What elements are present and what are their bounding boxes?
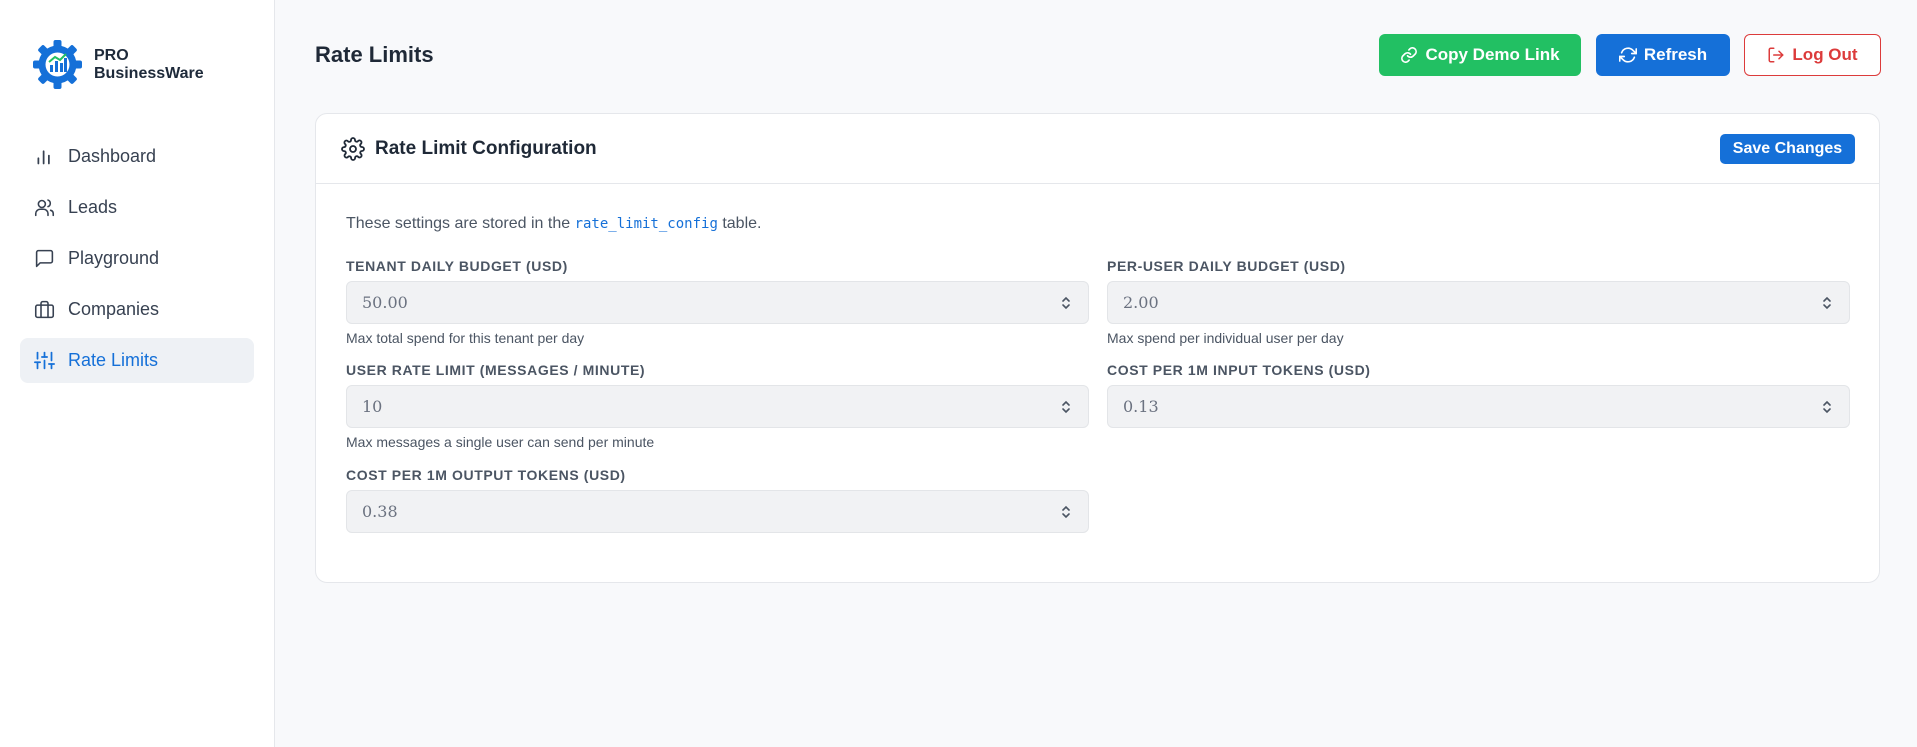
table-name-code: rate_limit_config — [574, 216, 718, 232]
card-header: Rate Limit Configuration Save Changes — [316, 114, 1879, 184]
rate-limit-config-card: Rate Limit Configuration Save Changes Th… — [315, 113, 1880, 583]
field-help: Max total spend for this tenant per day — [346, 330, 585, 346]
link-icon — [1401, 47, 1418, 63]
refresh-icon — [1618, 47, 1637, 63]
input-token-cost-field: Cost per 1M Input Tokens (USD) 0.13 — [1107, 362, 1850, 428]
intro-text: These settings are stored in the rate_li… — [346, 215, 761, 233]
bar-chart-icon — [37, 150, 50, 165]
field-label: User Rate Limit (Messages / Minute) — [346, 362, 646, 378]
sidebar-item-leads[interactable]: Leads — [20, 185, 254, 230]
intro-prefix: These settings are stored in the — [346, 215, 571, 232]
page-title: Rate Limits — [315, 42, 434, 67]
intro-suffix: table. — [722, 215, 762, 232]
sidebar: PRO BusinessWare Dashboard Leads Playgro… — [0, 0, 275, 747]
field-help: Max spend per individual user per day — [1107, 330, 1344, 346]
number-spinner-icon[interactable] — [1821, 398, 1833, 416]
per-user-daily-budget-field: Per-User Daily Budget (USD) 2.00 Max spe… — [1107, 258, 1850, 346]
brand-line-1: PRO — [94, 46, 129, 64]
input-token-cost-input[interactable]: 0.13 — [1107, 385, 1850, 428]
briefcase-icon — [34, 300, 55, 319]
users-icon — [34, 199, 55, 217]
number-spinner-icon[interactable] — [1821, 294, 1833, 312]
copy-demo-link-button[interactable]: Copy Demo Link — [1379, 34, 1581, 76]
input-value: 10 — [362, 397, 383, 416]
sidebar-item-rate-limits[interactable]: Rate Limits — [20, 338, 254, 383]
settings-gear-icon — [341, 136, 365, 161]
brand-name: PRO BusinessWare — [94, 47, 204, 83]
field-label: Cost per 1M Output Tokens (USD) — [346, 467, 626, 483]
sidebar-item-label: Rate Limits — [68, 350, 159, 370]
tenant-daily-budget-field: Tenant Daily Budget (USD) 50.00 Max tota… — [346, 258, 1089, 346]
user-rate-limit-field: User Rate Limit (Messages / Minute) 10 M… — [346, 362, 1089, 450]
refresh-label: Refresh — [1643, 45, 1708, 64]
sidebar-item-dashboard[interactable]: Dashboard — [20, 134, 254, 179]
field-label: Cost per 1M Input Tokens (USD) — [1107, 362, 1371, 378]
input-value: 50.00 — [362, 293, 408, 312]
output-token-cost-field: Cost per 1M Output Tokens (USD) 0.38 — [346, 467, 1089, 533]
output-token-cost-input[interactable]: 0.38 — [346, 490, 1089, 533]
brand-line-2: BusinessWare — [94, 64, 204, 82]
save-changes-button[interactable]: Save Changes — [1720, 134, 1855, 164]
sidebar-nav: Dashboard Leads Playground Companies Rat… — [20, 134, 254, 389]
number-spinner-icon[interactable] — [1060, 294, 1072, 312]
message-square-icon — [35, 249, 54, 268]
number-spinner-icon[interactable] — [1060, 503, 1072, 521]
input-value: 0.38 — [362, 502, 398, 521]
sidebar-item-label: Playground — [68, 248, 160, 268]
sidebar-item-label: Dashboard — [68, 146, 157, 166]
input-value: 0.13 — [1123, 397, 1159, 416]
tenant-daily-budget-input[interactable]: 50.00 — [346, 281, 1089, 324]
field-help: Max messages a single user can send per … — [346, 434, 655, 450]
field-label: Tenant Daily Budget (USD) — [346, 258, 568, 274]
sliders-icon — [34, 351, 55, 370]
user-rate-limit-input[interactable]: 10 — [346, 385, 1089, 428]
number-spinner-icon[interactable] — [1060, 398, 1072, 416]
log-out-label: Log Out — [1792, 45, 1858, 64]
copy-demo-link-label: Copy Demo Link — [1425, 45, 1560, 64]
log-out-icon — [1768, 47, 1784, 63]
sidebar-item-label: Companies — [68, 299, 160, 319]
log-out-button[interactable]: Log Out — [1744, 34, 1881, 76]
per-user-daily-budget-input[interactable]: 2.00 — [1107, 281, 1850, 324]
sidebar-item-playground[interactable]: Playground — [20, 236, 254, 281]
brand[interactable]: PRO BusinessWare — [31, 38, 204, 91]
input-value: 2.00 — [1123, 293, 1159, 312]
refresh-button[interactable]: Refresh — [1596, 34, 1730, 76]
sidebar-item-label: Leads — [68, 197, 118, 217]
sidebar-item-companies[interactable]: Companies — [20, 287, 254, 332]
gear-logo-icon — [33, 40, 82, 89]
card-title: Rate Limit Configuration — [375, 137, 597, 159]
field-label: Per-User Daily Budget (USD) — [1107, 258, 1346, 274]
